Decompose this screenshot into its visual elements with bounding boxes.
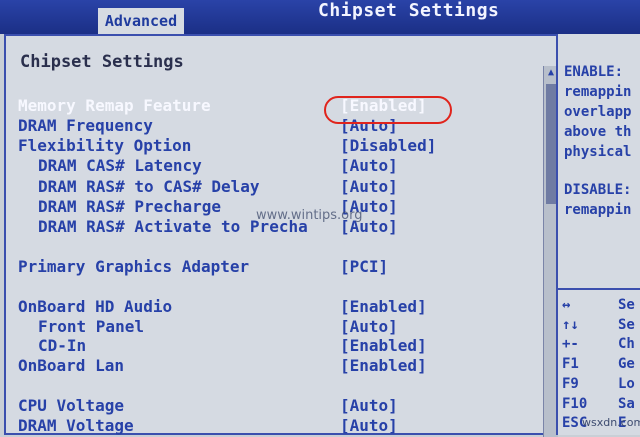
setting-dram-ras-to-cas[interactable]: DRAM RAS# to CAS# Delay [Auto] xyxy=(6,177,546,197)
key-description: Lo xyxy=(618,376,635,392)
help-text-line: DISABLE: xyxy=(564,182,632,198)
setting-label: Front Panel xyxy=(38,317,144,336)
setting-label: OnBoard Lan xyxy=(18,356,124,375)
setting-value[interactable]: [PCI] xyxy=(340,257,388,276)
setting-value[interactable]: [Auto] xyxy=(340,177,398,196)
corner-watermark: wsxdn.com xyxy=(582,416,640,429)
setting-label: OnBoard HD Audio xyxy=(18,297,173,316)
setting-onboard-lan[interactable]: OnBoard Lan [Enabled] xyxy=(6,356,546,376)
setting-value[interactable]: [Auto] xyxy=(340,416,398,435)
setting-value[interactable]: [Auto] xyxy=(340,396,398,415)
setting-label: DRAM Frequency xyxy=(18,116,153,135)
setting-value[interactable]: [Enabled] xyxy=(340,336,427,355)
up-down-arrow-icon: ↑↓ xyxy=(562,317,579,333)
settings-panel: Chipset Settings Memory Remap Feature [E… xyxy=(4,34,558,437)
setting-label: Memory Remap Feature xyxy=(18,96,211,115)
setting-dram-cas-latency[interactable]: DRAM CAS# Latency [Auto] xyxy=(6,156,546,176)
tab-advanced[interactable]: Advanced xyxy=(98,8,184,34)
setting-cd-in[interactable]: CD-In [Enabled] xyxy=(6,336,546,356)
key-f9: F9 xyxy=(562,376,579,392)
setting-flexibility-option[interactable]: Flexibility Option [Disabled] xyxy=(6,136,546,156)
setting-primary-graphics[interactable]: Primary Graphics Adapter [PCI] xyxy=(6,257,546,277)
setting-value[interactable]: [Auto] xyxy=(340,317,398,336)
key-f1: F1 xyxy=(562,356,579,372)
help-text-line: ENABLE: xyxy=(564,64,624,80)
key-description: Se xyxy=(618,317,635,333)
key-plus-minus: +- xyxy=(562,336,579,352)
help-text-line: remappin xyxy=(564,202,632,218)
key-description: Se xyxy=(618,297,635,313)
help-text-line: above th xyxy=(564,124,632,140)
scroll-thumb[interactable] xyxy=(546,84,556,204)
screen-title: Chipset Settings xyxy=(318,0,500,21)
setting-dram-voltage[interactable]: DRAM Voltage [Auto] xyxy=(6,416,546,436)
setting-value[interactable]: [Enabled] xyxy=(340,297,427,316)
help-panel: ENABLE: remappin overlapp above th physi… xyxy=(556,34,640,435)
help-divider xyxy=(558,288,640,290)
help-text-line: overlapp xyxy=(564,104,632,120)
help-text-line: remappin xyxy=(564,84,632,100)
setting-label: Primary Graphics Adapter xyxy=(18,257,250,276)
setting-cpu-voltage[interactable]: CPU Voltage [Auto] xyxy=(6,396,546,416)
setting-value[interactable]: [Enabled] xyxy=(340,356,427,375)
setting-onboard-hd-audio[interactable]: OnBoard HD Audio [Enabled] xyxy=(6,297,546,317)
setting-value[interactable]: [Auto] xyxy=(340,156,398,175)
key-description: Sa xyxy=(618,396,635,412)
setting-dram-frequency[interactable]: DRAM Frequency [Auto] xyxy=(6,116,546,136)
setting-label: CPU Voltage xyxy=(18,396,124,415)
setting-front-panel[interactable]: Front Panel [Auto] xyxy=(6,317,546,337)
key-description: Ch xyxy=(618,336,635,352)
setting-label: CD-In xyxy=(38,336,87,355)
setting-memory-remap[interactable]: Memory Remap Feature [Enabled] xyxy=(6,96,546,116)
setting-label: DRAM CAS# Latency xyxy=(38,156,202,175)
setting-label: DRAM RAS# to CAS# Delay xyxy=(38,177,260,196)
left-right-arrow-icon: ↔ xyxy=(562,297,571,313)
panel-title: Chipset Settings xyxy=(20,52,184,72)
key-description: Ge xyxy=(618,356,635,372)
setting-label: DRAM RAS# Precharge xyxy=(38,197,222,216)
setting-label: DRAM Voltage xyxy=(18,416,134,435)
help-text-line: physical xyxy=(564,144,632,160)
highlight-circle xyxy=(324,96,452,124)
setting-value[interactable]: [Disabled] xyxy=(340,136,436,155)
setting-label: Flexibility Option xyxy=(18,136,192,155)
watermark: www.wintips.org xyxy=(256,208,363,223)
key-f10: F10 xyxy=(562,396,588,412)
top-bar: Advanced Chipset Settings xyxy=(0,0,640,34)
